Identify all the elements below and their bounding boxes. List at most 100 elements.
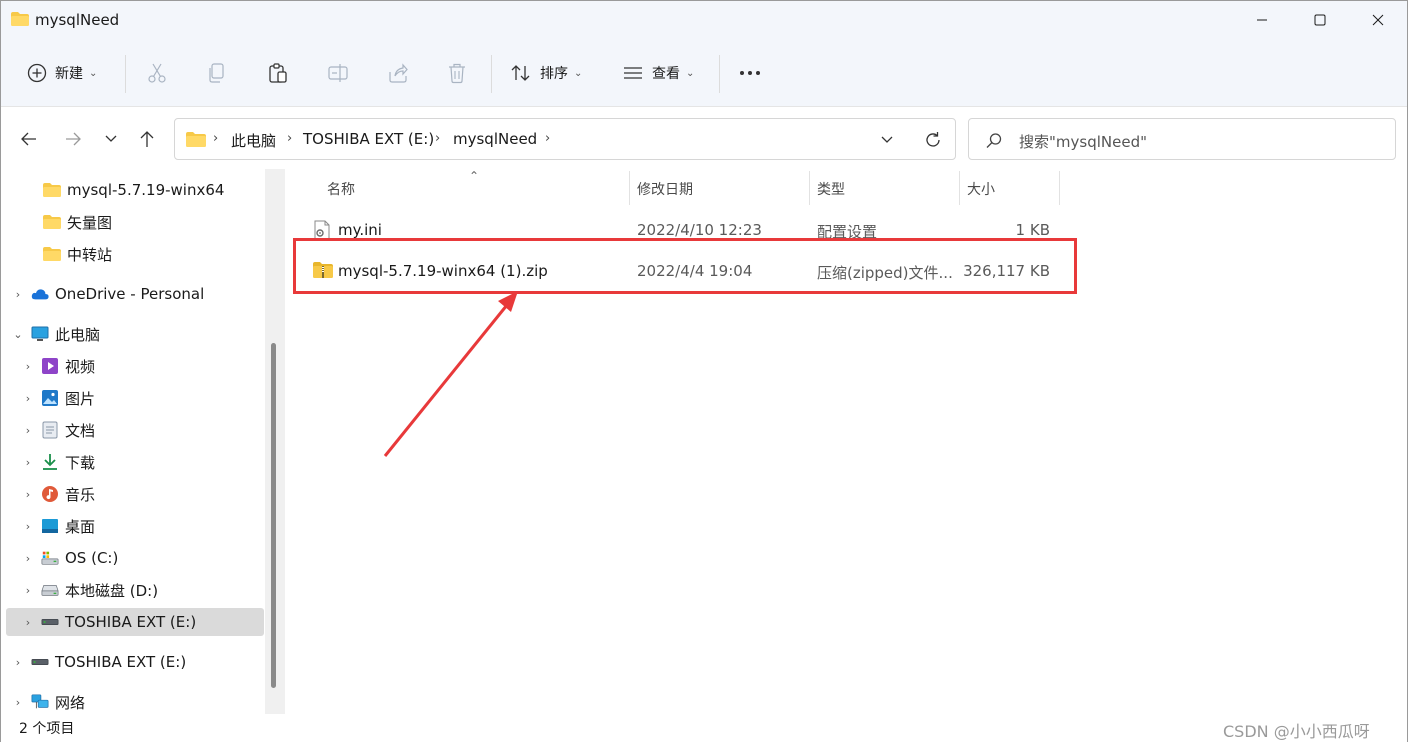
os-drive-icon xyxy=(41,549,59,567)
nav-item-label: 图片 xyxy=(65,389,96,408)
chevron-down-icon: ⌄ xyxy=(89,67,98,79)
nav-item-music[interactable]: › 音乐 xyxy=(21,479,95,509)
back-button[interactable] xyxy=(15,125,43,153)
minimize-button[interactable] xyxy=(1233,1,1291,39)
breadcrumb-toshiba-drive[interactable]: TOSHIBA EXT (E:) xyxy=(303,130,434,148)
paste-button[interactable] xyxy=(267,53,289,93)
chevron-right-icon[interactable]: › xyxy=(21,392,35,405)
nav-item-label: 桌面 xyxy=(65,517,96,536)
nav-item-mysql-folder[interactable]: mysql-5.7.19-winx64 xyxy=(29,175,224,205)
folder-icon xyxy=(43,245,61,263)
nav-item-onedrive[interactable]: › OneDrive - Personal xyxy=(11,279,204,309)
nav-item-local-disk-d[interactable]: › 本地磁盘 (D:) xyxy=(21,575,158,605)
nav-item-label: 下载 xyxy=(65,453,96,472)
chevron-down-icon xyxy=(881,136,893,143)
nav-item-transfer-folder[interactable]: 中转站 xyxy=(29,239,112,269)
chevron-right-icon[interactable]: › xyxy=(21,488,35,501)
nav-item-network[interactable]: › 网络 xyxy=(11,687,85,717)
search-input[interactable]: 搜索"mysqlNeed" xyxy=(968,118,1396,160)
copy-button[interactable] xyxy=(207,53,227,93)
breadcrumb-separator: › xyxy=(435,131,441,146)
rename-button[interactable] xyxy=(327,53,349,93)
column-divider[interactable] xyxy=(629,171,630,205)
chevron-right-icon[interactable]: › xyxy=(11,696,25,709)
nav-item-label: 此电脑 xyxy=(55,325,101,344)
maximize-button[interactable] xyxy=(1291,1,1349,39)
delete-button[interactable] xyxy=(447,53,467,93)
more-options-button[interactable] xyxy=(739,53,761,93)
nav-item-this-pc[interactable]: ⌄ 此电脑 xyxy=(11,319,100,349)
refresh-button[interactable] xyxy=(921,129,945,151)
folder-icon xyxy=(186,132,206,147)
breadcrumb-separator: › xyxy=(545,131,551,146)
documents-icon xyxy=(41,421,59,439)
breadcrumb-mysqlneed[interactable]: mysqlNeed xyxy=(453,130,537,148)
recent-locations-button[interactable] xyxy=(97,125,125,153)
rename-icon xyxy=(328,64,348,82)
pictures-icon xyxy=(41,389,59,407)
nav-item-toshiba-ext[interactable]: › TOSHIBA EXT (E:) xyxy=(11,647,186,677)
new-label: 新建 xyxy=(55,66,83,82)
close-icon xyxy=(1372,14,1384,26)
chevron-down-icon[interactable]: ⌄ xyxy=(11,328,25,341)
nav-item-videos[interactable]: › 视频 xyxy=(21,351,95,381)
nav-item-label: 本地磁盘 (D:) xyxy=(65,581,159,600)
chevron-right-icon[interactable]: › xyxy=(21,616,35,629)
minimize-icon xyxy=(1257,19,1267,21)
address-history-button[interactable] xyxy=(875,132,899,148)
chevron-right-icon[interactable]: › xyxy=(21,456,35,469)
nav-item-vector-folder[interactable]: 矢量图 xyxy=(29,207,112,237)
watermark-text: CSDN @小小西瓜呀 xyxy=(1223,722,1370,741)
chevron-right-icon[interactable]: › xyxy=(21,584,35,597)
toolbar-divider xyxy=(491,55,492,93)
nav-item-label: 视频 xyxy=(65,357,96,376)
address-bar[interactable]: › 此电脑 › TOSHIBA EXT (E:) › mysqlNeed › xyxy=(174,118,956,160)
file-modified: 2022/4/10 12:23 xyxy=(637,221,762,239)
item-count: 2 个项目 xyxy=(19,721,75,737)
nav-item-label: 网络 xyxy=(55,693,86,712)
column-header-type[interactable]: 类型 xyxy=(817,179,845,199)
nav-item-pictures[interactable]: › 图片 xyxy=(21,383,95,413)
navigation-pane: mysql-5.7.19-winx64 矢量图 中转站 › OneDrive -… xyxy=(1,169,285,714)
address-row: › 此电脑 › TOSHIBA EXT (E:) › mysqlNeed › 搜… xyxy=(1,107,1407,169)
download-icon xyxy=(41,453,59,471)
column-header-name[interactable]: 名称 xyxy=(327,179,355,199)
column-header-modified[interactable]: 修改日期 xyxy=(637,179,693,199)
column-divider[interactable] xyxy=(959,171,960,205)
chevron-right-icon[interactable]: › xyxy=(21,424,35,437)
forward-button[interactable] xyxy=(59,125,87,153)
usb-drive-icon xyxy=(31,653,49,671)
nav-item-label: 中转站 xyxy=(67,245,113,264)
cut-button[interactable] xyxy=(147,53,167,93)
nav-item-documents[interactable]: › 文档 xyxy=(21,415,95,445)
sort-button[interactable]: 排序 ⌄ xyxy=(510,53,582,93)
nav-item-label: mysql-5.7.19-winx64 xyxy=(67,181,225,199)
search-icon xyxy=(986,133,1002,148)
view-lines-icon xyxy=(624,67,642,79)
nav-item-downloads[interactable]: › 下载 xyxy=(21,447,95,477)
nav-scrollbar-thumb[interactable] xyxy=(271,343,276,688)
column-divider[interactable] xyxy=(809,171,810,205)
share-button[interactable] xyxy=(387,53,409,93)
new-button[interactable]: 新建 ⌄ xyxy=(27,53,97,93)
chevron-right-icon[interactable]: › xyxy=(11,656,25,669)
nav-item-toshiba-ext-selected[interactable]: › TOSHIBA EXT (E:) xyxy=(21,607,196,637)
nav-item-os-drive[interactable]: › OS (C:) xyxy=(21,543,119,573)
nav-item-label: 矢量图 xyxy=(67,213,113,232)
view-button[interactable]: 查看 ⌄ xyxy=(622,53,694,93)
chevron-right-icon[interactable]: › xyxy=(21,520,35,533)
chevron-right-icon[interactable]: › xyxy=(21,552,35,565)
view-label: 查看 xyxy=(652,66,680,82)
arrow-up-icon xyxy=(140,131,154,147)
column-divider[interactable] xyxy=(1059,171,1060,205)
window-title: mysqlNeed xyxy=(35,11,120,29)
nav-item-desktop[interactable]: › 桌面 xyxy=(21,511,95,541)
nav-item-label: TOSHIBA EXT (E:) xyxy=(55,653,187,671)
chevron-right-icon[interactable]: › xyxy=(11,288,25,301)
arrow-left-icon xyxy=(21,132,36,146)
close-button[interactable] xyxy=(1349,1,1407,39)
breadcrumb-this-pc[interactable]: 此电脑 xyxy=(231,130,276,151)
chevron-right-icon[interactable]: › xyxy=(21,360,35,373)
column-header-size[interactable]: 大小 xyxy=(967,179,995,199)
up-button[interactable] xyxy=(133,125,161,153)
